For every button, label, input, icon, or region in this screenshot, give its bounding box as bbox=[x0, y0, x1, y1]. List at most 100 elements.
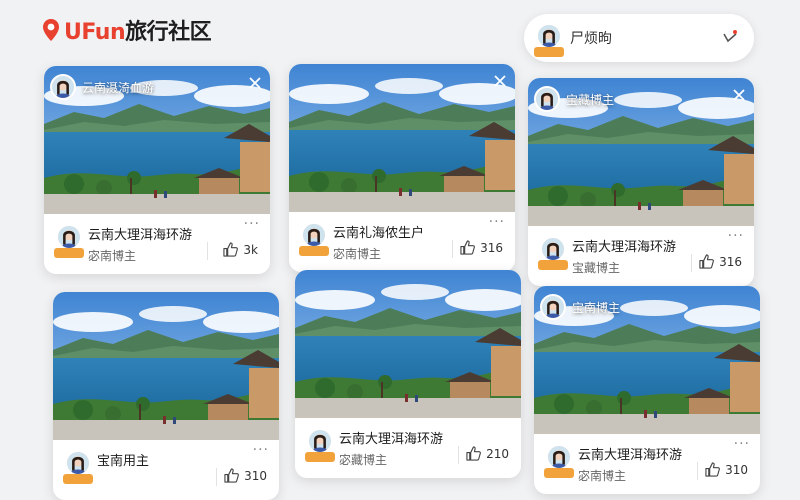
avatar-badge bbox=[299, 246, 329, 256]
avatar bbox=[301, 222, 327, 248]
author-avatar-wrap[interactable] bbox=[538, 236, 568, 270]
overlay-label: 云南滠渏血游 bbox=[82, 80, 155, 95]
post-title[interactable]: 云南大理洱海环游 bbox=[578, 444, 682, 463]
post-title[interactable]: 云南大理洱海环游 bbox=[572, 236, 676, 255]
more-icon[interactable]: ··· bbox=[728, 228, 744, 244]
photo-overlay-author[interactable]: 宝南博主 bbox=[540, 294, 620, 320]
post-photo[interactable]: 云南滠渏血游 bbox=[44, 66, 270, 214]
photo-overlay-author[interactable]: 云南滠渏血游 bbox=[50, 74, 154, 100]
post-author[interactable]: 宓南博主 bbox=[88, 247, 136, 264]
post-info: 宝南用主 ··· 310 bbox=[53, 440, 279, 500]
post-info: 云南礼海侬生户 宓南博主 ··· 316 bbox=[289, 212, 515, 272]
post-photo[interactable] bbox=[53, 292, 279, 440]
author-avatar-wrap[interactable] bbox=[63, 450, 93, 484]
thumbs-up-icon bbox=[705, 462, 720, 477]
post-author[interactable]: 宓南博主 bbox=[333, 245, 381, 262]
overlay-label: 宝南博主 bbox=[572, 300, 621, 315]
like-button[interactable]: 210 bbox=[466, 446, 509, 461]
author-avatar-wrap[interactable] bbox=[54, 224, 84, 258]
post-author[interactable]: 宝藏博主 bbox=[572, 259, 620, 276]
post-photo[interactable] bbox=[289, 64, 515, 212]
post-author[interactable]: 宓藏博主 bbox=[339, 451, 387, 468]
divider bbox=[458, 446, 459, 464]
avatar bbox=[65, 450, 91, 476]
post-photo[interactable]: 宝南博主 bbox=[534, 286, 760, 434]
avatar-badge bbox=[54, 248, 84, 258]
avatar bbox=[50, 74, 76, 100]
like-count: 210 bbox=[486, 446, 509, 461]
author-avatar-wrap[interactable] bbox=[305, 428, 335, 462]
avatar bbox=[540, 236, 566, 262]
like-button[interactable]: 310 bbox=[224, 468, 267, 483]
thumbs-up-icon bbox=[699, 254, 714, 269]
avatar bbox=[540, 294, 566, 320]
photo-overlay-author[interactable]: 宝藏博主 bbox=[534, 86, 614, 112]
app-logo[interactable]: UFun旅行社区 bbox=[42, 14, 212, 46]
like-button[interactable]: 316 bbox=[699, 254, 742, 269]
avatar bbox=[534, 86, 560, 112]
more-icon[interactable]: ··· bbox=[253, 442, 269, 458]
post-info: 云南大理洱海环游 宓南博主 ··· 3k bbox=[44, 214, 270, 274]
post-card-3[interactable]: 宝藏博主 云南大理洱海环游 宝藏博主 ··· 316 bbox=[528, 78, 754, 286]
post-info: 云南大理洱海环游 宓南博主 ··· 310 bbox=[534, 434, 760, 494]
avatar-badge bbox=[63, 474, 93, 484]
overlay-label: 宝藏博主 bbox=[566, 92, 615, 107]
map-pin-icon bbox=[43, 19, 59, 41]
like-button[interactable]: 316 bbox=[460, 240, 503, 255]
post-card-4[interactable]: 宝南用主 ··· 310 bbox=[53, 292, 279, 500]
avatar-badge bbox=[538, 260, 568, 270]
close-icon[interactable] bbox=[732, 88, 746, 102]
thumbs-up-icon bbox=[224, 468, 239, 483]
avatar-badge bbox=[544, 468, 574, 478]
thumbs-up-icon bbox=[460, 240, 475, 255]
avatar bbox=[536, 23, 562, 49]
post-info: 云南大理洱海环游 宓藏博主 210 bbox=[295, 418, 521, 478]
avatar-badge bbox=[305, 452, 335, 462]
divider bbox=[697, 462, 698, 480]
lake-scene-image bbox=[289, 64, 515, 212]
close-icon[interactable] bbox=[493, 74, 507, 88]
divider bbox=[207, 242, 208, 260]
app-title-rest: 旅行社区 bbox=[125, 20, 212, 45]
like-button[interactable]: 3k bbox=[223, 242, 258, 257]
post-title[interactable]: 云南大理洱海环游 bbox=[88, 224, 192, 243]
lake-scene-image bbox=[295, 270, 521, 418]
app-brand: UFun bbox=[64, 20, 126, 45]
close-icon[interactable] bbox=[248, 76, 262, 90]
post-title[interactable]: 云南大理洱海环游 bbox=[339, 428, 443, 447]
profile-pill[interactable]: 尸烦昫 bbox=[524, 14, 754, 62]
post-photo[interactable] bbox=[295, 270, 521, 418]
bell-icon[interactable] bbox=[720, 28, 740, 48]
more-icon[interactable]: ··· bbox=[244, 216, 260, 232]
divider bbox=[452, 240, 453, 258]
profile-avatar-wrap bbox=[534, 23, 564, 57]
author-avatar-wrap[interactable] bbox=[299, 222, 329, 256]
post-photo[interactable]: 宝藏博主 bbox=[528, 78, 754, 226]
avatar bbox=[56, 224, 82, 250]
post-author[interactable]: 宓南博主 bbox=[578, 467, 626, 484]
author-avatar-wrap[interactable] bbox=[544, 444, 574, 478]
divider bbox=[216, 468, 217, 486]
avatar-badge bbox=[534, 47, 564, 57]
app-title: UFun旅行社区 bbox=[64, 14, 212, 46]
profile-name: 尸烦昫 bbox=[570, 31, 612, 47]
like-button[interactable]: 310 bbox=[705, 462, 748, 477]
post-title[interactable]: 云南礼海侬生户 bbox=[333, 222, 424, 241]
post-info: 云南大理洱海环游 宝藏博主 ··· 316 bbox=[528, 226, 754, 286]
more-icon[interactable]: ··· bbox=[489, 214, 505, 230]
like-count: 310 bbox=[725, 462, 748, 477]
like-count: 316 bbox=[480, 240, 503, 255]
post-card-2[interactable]: 云南礼海侬生户 宓南博主 ··· 316 bbox=[289, 64, 515, 272]
thumbs-up-icon bbox=[223, 242, 239, 257]
post-card-1[interactable]: 云南滠渏血游 云南大理洱海环游 宓南博主 ··· 3k bbox=[44, 66, 270, 274]
post-card-6[interactable]: 宝南博主 云南大理洱海环游 宓南博主 ··· 310 bbox=[534, 286, 760, 494]
avatar bbox=[307, 428, 333, 454]
divider bbox=[691, 254, 692, 272]
like-count: 310 bbox=[244, 468, 267, 483]
lake-scene-image bbox=[53, 292, 279, 440]
post-title[interactable]: 宝南用主 bbox=[97, 450, 149, 469]
like-count: 3k bbox=[243, 242, 258, 257]
like-count: 316 bbox=[719, 254, 742, 269]
post-card-5[interactable]: 云南大理洱海环游 宓藏博主 210 bbox=[295, 270, 521, 478]
avatar bbox=[546, 444, 572, 470]
